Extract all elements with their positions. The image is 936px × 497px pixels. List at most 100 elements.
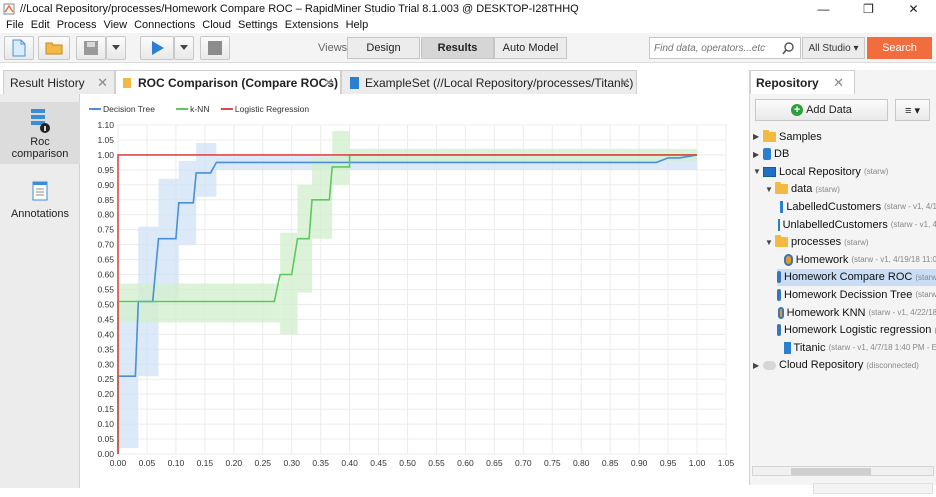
close-icon[interactable]: ✕ <box>97 75 108 91</box>
confidence-band <box>196 142 217 197</box>
x-tick-label: 0.65 <box>486 458 503 468</box>
run-button[interactable] <box>140 36 174 60</box>
tree-item[interactable]: ▶ Samples <box>753 128 936 145</box>
repository-menu-button[interactable]: ≡ ▾ <box>895 99 930 121</box>
view-auto-model-tab[interactable]: Auto Model <box>494 37 567 59</box>
tree-item-meta: (starw - v1, 4/7/18 1:40 PM - E <box>828 343 936 353</box>
side-item-label: Roc comparison <box>11 136 69 160</box>
view-design-tab[interactable]: Design <box>347 37 420 59</box>
tree-item[interactable]: ▼ processes (starw) <box>765 234 936 251</box>
menu-connections[interactable]: Connections <box>134 19 195 31</box>
tree-item-label: Local Repository <box>779 165 861 178</box>
tree-item[interactable]: ▶ Cloud Repository (disconnected) <box>753 357 936 374</box>
y-tick-label: 0.15 <box>97 404 114 414</box>
add-data-button[interactable]: + Add Data <box>755 99 888 121</box>
expand-down-icon[interactable]: ▼ <box>765 238 775 247</box>
save-button[interactable] <box>76 36 106 60</box>
close-icon[interactable]: ✕ <box>619 75 630 91</box>
x-tick-label: 1.00 <box>689 458 706 468</box>
tree-item[interactable]: Homework KNN (starw - v1, 4/22/18 <box>777 304 936 321</box>
legend-label: Logistic Regression <box>235 104 309 114</box>
y-tick-label: 0.45 <box>97 314 114 324</box>
tree-item[interactable]: Homework Compare ROC(starw - <box>777 268 936 286</box>
data-table-icon <box>350 76 359 89</box>
tree-item[interactable]: Titanic (starw - v1, 4/7/18 1:40 PM - E <box>777 339 936 356</box>
tree-item-label: Homework KNN <box>786 306 866 319</box>
menu-file[interactable]: File <box>6 19 24 31</box>
confidence-band <box>280 232 298 335</box>
maximize-button[interactable]: ❐ <box>846 0 891 17</box>
scrollbar-thumb[interactable] <box>791 468 871 475</box>
x-tick-label: 0.60 <box>457 458 474 468</box>
x-tick-label: 0.25 <box>254 458 271 468</box>
process-icon <box>777 324 781 337</box>
tab-result-history[interactable]: Result History ✕ <box>3 70 115 94</box>
folder-icon <box>763 129 776 142</box>
search-scope-dropdown[interactable]: All Studio ▾ <box>802 37 865 59</box>
close-icon[interactable]: ✕ <box>323 75 334 91</box>
view-results-tab[interactable]: Results <box>421 37 494 59</box>
horizontal-scrollbar[interactable] <box>752 466 934 476</box>
run-options-dropdown[interactable] <box>174 36 194 60</box>
process-icon <box>778 306 784 319</box>
expand-right-icon[interactable]: ▶ <box>753 132 763 141</box>
x-tick-label: 0.15 <box>197 458 214 468</box>
search-button[interactable]: Search <box>867 37 932 59</box>
minimize-button[interactable]: — <box>801 0 846 17</box>
tab-roc-comparison[interactable]: ROC Comparison (Compare ROCs) ✕ <box>115 70 341 94</box>
y-tick-label: 0.85 <box>97 195 114 205</box>
menu-extensions[interactable]: Extensions <box>285 19 339 31</box>
x-tick-label: 0.30 <box>283 458 300 468</box>
open-process-button[interactable] <box>38 36 70 60</box>
menu-help[interactable]: Help <box>346 19 369 31</box>
process-icon <box>777 271 781 284</box>
tree-item[interactable]: Homework (starw - v1, 4/19/18 11:0 <box>777 251 936 268</box>
close-icon[interactable]: ✕ <box>833 75 844 91</box>
tree-item[interactable]: Homework Decission Tree (starw <box>777 286 936 303</box>
expand-right-icon[interactable]: ▶ <box>753 361 763 370</box>
repository-tree: ▶ Samples ▶ DB ▼ Local Repository (starw) ▼ data… <box>750 128 936 463</box>
tree-item[interactable]: ▶ DB <box>753 146 936 163</box>
global-search-box <box>649 37 801 59</box>
menu-process[interactable]: Process <box>57 19 97 31</box>
close-window-button[interactable]: ✕ <box>891 0 936 17</box>
x-tick-label: 0.95 <box>660 458 677 468</box>
side-item-roc-comparison[interactable]: Roc comparison <box>0 102 80 164</box>
tree-item[interactable]: UnlabelledCustomers (starw - v1, 4 <box>777 216 936 233</box>
roc-plot: 0.00 0.05 0.10 0.15 0.20 0.25 0.30 0.35 0.40 0.45… <box>89 104 735 468</box>
menu-cloud[interactable]: Cloud <box>202 19 231 31</box>
x-tick-label: 0.85 <box>602 458 619 468</box>
chevron-down-icon <box>180 45 188 50</box>
x-tick-label: 0.35 <box>312 458 329 468</box>
tree-item-label: data <box>791 183 813 196</box>
stop-button[interactable] <box>200 36 230 60</box>
save-options-dropdown[interactable] <box>106 36 126 60</box>
menu-edit[interactable]: Edit <box>31 19 50 31</box>
tab-repository[interactable]: Repository ✕ <box>750 70 855 94</box>
tree-item-meta: (starw - <box>915 272 936 282</box>
y-tick-label: 0.20 <box>97 389 114 399</box>
side-item-annotations[interactable]: Annotations <box>0 180 80 230</box>
global-search-input[interactable] <box>654 42 782 54</box>
tree-item[interactable]: ▼ Local Repository (starw) <box>753 163 936 180</box>
menu-view[interactable]: View <box>103 19 127 31</box>
y-tick-label: 0.30 <box>97 359 114 369</box>
tree-item-label: Homework Decission Tree <box>784 288 913 301</box>
play-icon <box>152 41 164 55</box>
tree-item[interactable]: Homework Logistic regression(s <box>777 322 936 339</box>
new-document-icon <box>12 39 26 57</box>
expand-down-icon[interactable]: ▼ <box>753 167 763 176</box>
expand-right-icon[interactable]: ▶ <box>753 150 763 159</box>
y-tick-label: 0.50 <box>97 299 114 309</box>
tab-exampleset-titanic[interactable]: ExampleSet (//Local Repository/processes… <box>341 70 637 94</box>
menu-settings[interactable]: Settings <box>238 19 278 31</box>
tab-label: Result History <box>10 75 85 90</box>
title-bar: //Local Repository/processes/Homework Co… <box>0 0 936 17</box>
expand-down-icon[interactable]: ▼ <box>765 185 775 194</box>
y-tick-label: 1.05 <box>97 135 114 145</box>
tree-item[interactable]: LabelledCustomers (starw - v1, 4/1 <box>777 198 936 215</box>
tree-item-meta: (starw) <box>844 237 869 247</box>
x-tick-label: 1.05 <box>718 458 735 468</box>
tree-item[interactable]: ▼ data (starw) <box>765 181 936 198</box>
new-process-button[interactable] <box>4 36 34 60</box>
